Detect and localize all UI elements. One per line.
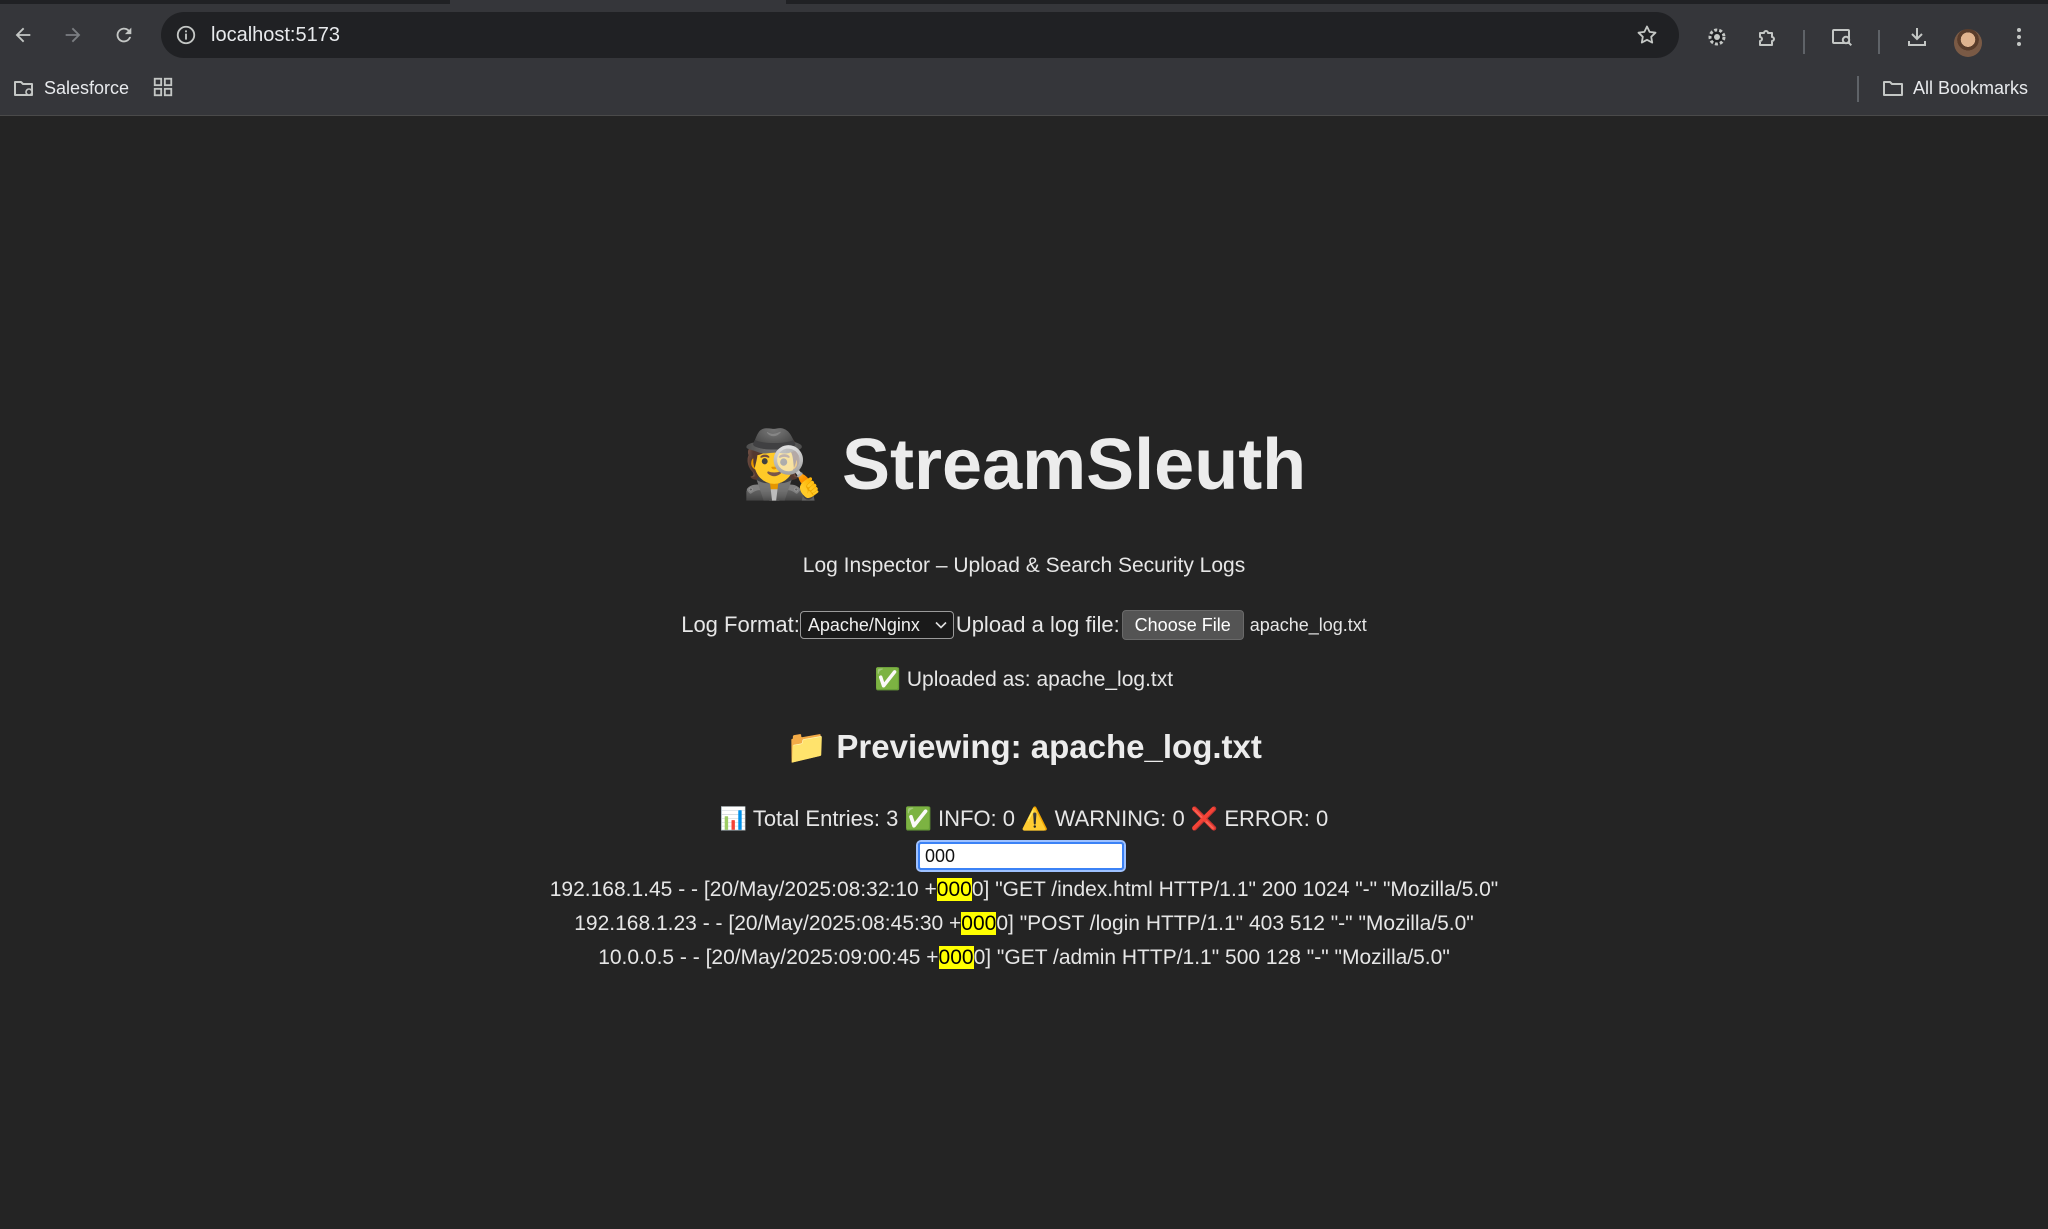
upload-status: ✅ Uploaded as: apache_log.txt [874, 668, 1174, 691]
bookmarks-divider [1857, 76, 1859, 102]
reload-button[interactable] [107, 18, 141, 52]
total-entries-label: 📊 Total Entries: [719, 806, 880, 831]
search-match-highlight: 000 [938, 946, 974, 969]
all-bookmarks-button[interactable]: All Bookmarks [1881, 76, 2028, 100]
upload-label: Upload a log file: [955, 612, 1120, 637]
log-line: 192.168.1.45 - - [20/May/2025:08:32:10 +… [0, 873, 2048, 907]
forward-button[interactable] [56, 18, 90, 52]
search-container [916, 840, 1126, 872]
log-text: 192.168.1.23 - - [20/May/2025:08:45:30 + [574, 912, 962, 935]
total-entries-value: 3 [886, 806, 899, 831]
back-button[interactable] [6, 18, 40, 52]
address-bar[interactable]: localhost:5173 [161, 12, 1679, 58]
bookmark-star-icon[interactable] [1635, 23, 1659, 47]
log-format-label: Log Format: [681, 612, 800, 637]
reload-icon [116, 27, 132, 43]
log-text: 0] "GET /index.html HTTP/1.1" 200 1024 "… [971, 878, 1499, 901]
warning-label: ⚠️ WARNING: [1021, 806, 1167, 831]
bookmark-label: Salesforce [44, 77, 130, 98]
log-text: 10.0.0.5 - - [20/May/2025:09:00:45 + [598, 946, 939, 969]
upload-controls: Log Format: Apache/Nginx Upload a log fi… [0, 610, 2048, 640]
app-page: 🕵️ StreamSleuth Log Inspector – Upload & … [0, 116, 2048, 1229]
apps-button[interactable] [152, 76, 174, 98]
error-label: ❌ ERROR: [1190, 806, 1310, 831]
managed-folder-icon [14, 81, 33, 96]
warning-count: 0 [1172, 806, 1185, 831]
browser-chrome: localhost:5173 Salesforce All Bookmarks [0, 0, 2048, 116]
arrow-left-icon [15, 27, 31, 43]
preview-title: 📁 Previewing: apache_log.txt [786, 728, 1262, 765]
tab-strip [0, 0, 2048, 4]
log-line: 192.168.1.23 - - [20/May/2025:08:45:30 +… [0, 907, 2048, 941]
log-preview-list: 192.168.1.45 - - [20/May/2025:08:32:10 +… [0, 873, 2048, 975]
log-format-select[interactable]: Apache/Nginx [799, 611, 954, 639]
app-subtitle: Log Inspector – Upload & Search Security… [802, 554, 1246, 577]
info-label: ✅ INFO: [904, 806, 997, 831]
arrow-right-icon [65, 27, 81, 43]
error-count: 0 [1316, 806, 1329, 831]
search-match-highlight: 000 [961, 912, 997, 935]
log-format-value: Apache/Nginx [807, 614, 920, 635]
app-title-text: StreamSleuth [842, 425, 1307, 505]
extensions-puzzle-icon[interactable] [1754, 24, 1780, 50]
chosen-file-name: apache_log.txt [1249, 614, 1367, 635]
folder-icon [1883, 81, 1903, 96]
active-tab-edge[interactable] [450, 0, 786, 4]
log-stats: 📊 Total Entries: 3 ✅ INFO: 0 ⚠️ WARNING:… [0, 806, 2048, 832]
log-text: 192.168.1.45 - - [20/May/2025:08:32:10 + [549, 878, 937, 901]
search-match-highlight: 000 [936, 878, 972, 901]
apps-grid-icon [153, 77, 173, 97]
log-text: 0] "GET /admin HTTP/1.1" 500 128 "-" "Mo… [973, 946, 1450, 969]
chevron-down-icon [935, 621, 947, 629]
url-text[interactable]: localhost:5173 [211, 24, 340, 46]
toolbar-divider [1803, 30, 1805, 54]
all-bookmarks-label: All Bookmarks [1913, 77, 2029, 98]
search-input[interactable] [916, 840, 1126, 872]
log-text: 0] "POST /login HTTP/1.1" 403 512 "-" "M… [996, 912, 1474, 935]
choose-file-button[interactable]: Choose File [1121, 610, 1244, 640]
profile-avatar[interactable] [1954, 29, 1982, 57]
detective-icon: 🕵️ [741, 427, 825, 501]
extension-gear-icon[interactable] [1704, 24, 1730, 50]
app-title: 🕵️ StreamSleuth [0, 422, 2048, 507]
info-count: 0 [1002, 806, 1016, 831]
bookmarks-bar: Salesforce All Bookmarks [0, 66, 2048, 116]
toolbar-divider [1878, 30, 1880, 54]
bookmark-salesforce[interactable]: Salesforce [12, 76, 129, 100]
site-info-icon[interactable] [175, 24, 197, 46]
more-menu-icon[interactable] [2006, 24, 2032, 50]
log-line: 10.0.0.5 - - [20/May/2025:09:00:45 +0000… [0, 941, 2048, 975]
browser-toolbar: localhost:5173 [0, 8, 2048, 62]
tab-search-icon[interactable] [1829, 24, 1855, 50]
download-icon[interactable] [1904, 24, 1930, 50]
